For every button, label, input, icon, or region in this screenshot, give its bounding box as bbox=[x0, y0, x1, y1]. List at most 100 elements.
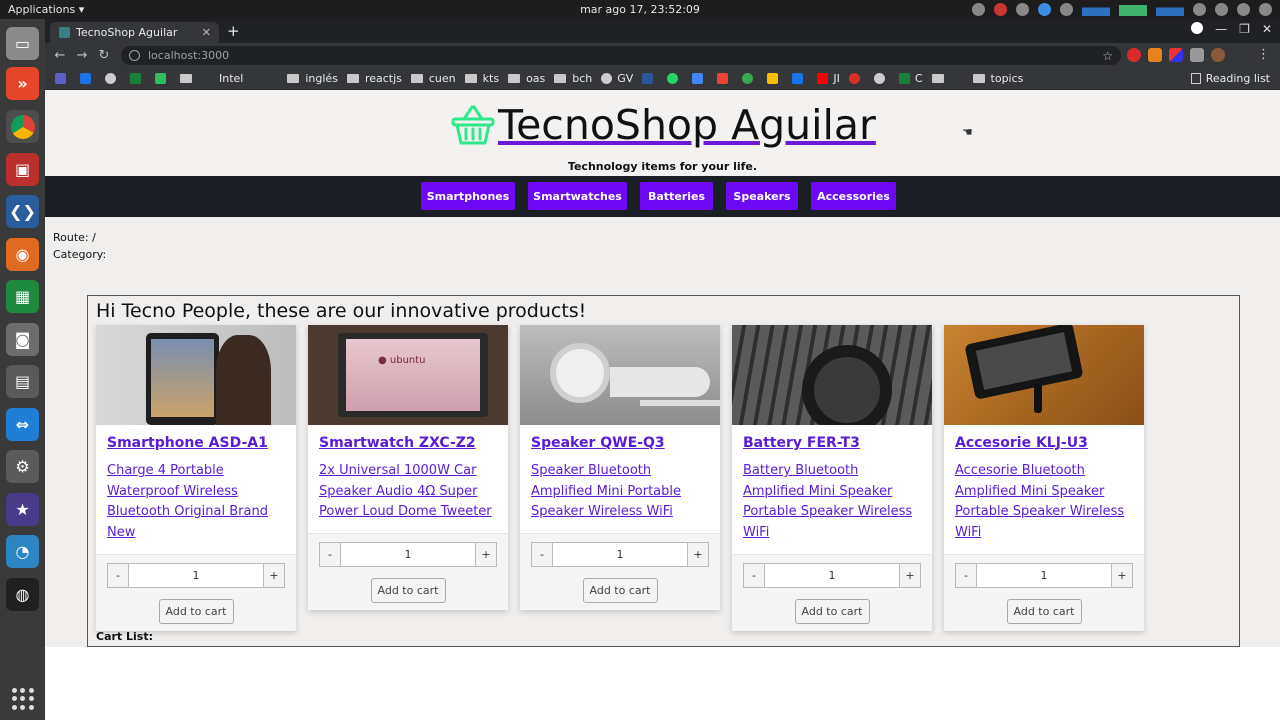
bookmark-folder[interactable] bbox=[180, 74, 198, 83]
forward-icon[interactable]: → bbox=[71, 48, 93, 63]
nav-batteries-button[interactable]: Batteries bbox=[640, 182, 713, 210]
quantity-input[interactable]: 1 bbox=[765, 562, 899, 588]
product-title-link[interactable]: Accesorie KLJ-U3 bbox=[955, 435, 1133, 451]
tab-close-icon[interactable]: ✕ bbox=[202, 26, 211, 39]
bookmark-maps[interactable] bbox=[742, 73, 758, 84]
product-description-link[interactable]: 2x Universal 1000W Car Speaker Audio 4Ω … bbox=[319, 461, 497, 523]
bookmark-keep[interactable] bbox=[792, 73, 808, 84]
vscode-icon[interactable]: ❮❯ bbox=[6, 195, 39, 228]
bookmark-whatsapp[interactable] bbox=[667, 73, 683, 84]
product-image-phone[interactable] bbox=[944, 325, 1144, 425]
product-title-link[interactable]: Speaker QWE-Q3 bbox=[531, 435, 709, 451]
opera-extension-icon[interactable] bbox=[1127, 48, 1141, 62]
bookmark-sheets[interactable] bbox=[130, 73, 146, 84]
bookmark-star-icon[interactable]: ☆ bbox=[1102, 49, 1113, 63]
show-applications-icon[interactable] bbox=[12, 688, 34, 710]
profile-avatar[interactable] bbox=[1211, 48, 1225, 62]
bookmark-bch[interactable]: bch bbox=[554, 72, 592, 85]
nav-speakers-button[interactable]: Speakers bbox=[726, 182, 798, 210]
bookmark-cuen[interactable]: cuen bbox=[410, 72, 456, 85]
bookmark-folder-2[interactable] bbox=[931, 74, 950, 83]
screenshot-tray-icon[interactable] bbox=[1060, 2, 1073, 16]
browser-menu-icon[interactable]: ⋮ bbox=[1257, 47, 1270, 62]
tray-app-icon[interactable] bbox=[994, 2, 1007, 16]
postman-icon[interactable]: ◉ bbox=[6, 238, 39, 271]
bookmark-outlook[interactable] bbox=[80, 73, 96, 84]
reload-icon[interactable]: ↻ bbox=[93, 48, 115, 63]
add-to-cart-button[interactable]: Add to cart bbox=[1006, 598, 1082, 624]
star-app-icon[interactable]: ★ bbox=[6, 493, 39, 526]
site-title-link[interactable]: TecnoShop Aguilar bbox=[450, 101, 876, 149]
maximize-icon[interactable]: ❐ bbox=[1239, 22, 1250, 36]
new-tab-button[interactable]: + bbox=[227, 22, 240, 40]
increase-quantity-button[interactable]: + bbox=[899, 562, 921, 588]
bookmark-intel[interactable]: Intel bbox=[219, 72, 243, 85]
metamask-extension-icon[interactable] bbox=[1148, 48, 1162, 62]
nav-smartwatches-button[interactable]: Smartwatches bbox=[528, 182, 627, 210]
product-title-link[interactable]: Smartphone ASD-A1 bbox=[107, 435, 285, 451]
back-icon[interactable]: ← bbox=[49, 48, 71, 63]
screenshot-app-icon[interactable]: ◔ bbox=[6, 535, 39, 568]
quantity-input[interactable]: 1 bbox=[341, 542, 475, 568]
tray-m-icon[interactable] bbox=[1016, 2, 1029, 16]
app-red-icon[interactable]: ▣ bbox=[6, 153, 39, 186]
spreadsheet-icon[interactable]: ▦ bbox=[6, 280, 39, 313]
decrease-quantity-button[interactable]: - bbox=[319, 542, 341, 568]
browser-tab[interactable]: TecnoShop Aguilar ✕ bbox=[50, 22, 219, 43]
quantity-input[interactable]: 1 bbox=[553, 542, 687, 568]
applications-menu[interactable]: Applications ▾ bbox=[0, 3, 160, 16]
bookmark-github[interactable] bbox=[105, 73, 121, 84]
product-image-tablet[interactable] bbox=[96, 325, 296, 425]
product-image-headphones[interactable] bbox=[732, 325, 932, 425]
increase-quantity-button[interactable]: + bbox=[263, 562, 285, 588]
product-image-earbuds[interactable] bbox=[520, 325, 720, 425]
site-info-icon[interactable] bbox=[129, 50, 140, 61]
nav-accessories-button[interactable]: Accessories bbox=[811, 182, 896, 210]
address-url[interactable]: localhost:3000 bbox=[148, 49, 229, 62]
files-icon[interactable]: ▭ bbox=[6, 27, 39, 60]
bookmark-evernote[interactable] bbox=[155, 73, 171, 84]
address-bar[interactable]: localhost:3000 ☆ bbox=[121, 46, 1121, 65]
camera-icon[interactable]: ◙ bbox=[6, 323, 39, 356]
volume-icon[interactable] bbox=[1215, 2, 1228, 16]
product-description-link[interactable]: Battery Bluetooth Amplified Mini Speaker… bbox=[743, 461, 921, 544]
decrease-quantity-button[interactable]: - bbox=[531, 542, 553, 568]
add-to-cart-button[interactable]: Add to cart bbox=[794, 598, 870, 624]
bookmark-m[interactable] bbox=[848, 73, 865, 84]
add-to-cart-button[interactable]: Add to cart bbox=[158, 598, 234, 624]
bookmark-c[interactable]: C bbox=[898, 72, 923, 85]
decrease-quantity-button[interactable]: - bbox=[955, 562, 977, 588]
bookmark-word[interactable] bbox=[642, 73, 658, 84]
power-icon[interactable] bbox=[1259, 2, 1272, 16]
bookmark-g[interactable] bbox=[873, 73, 890, 84]
increase-quantity-button[interactable]: + bbox=[1111, 562, 1133, 588]
reading-list-button[interactable]: Reading list bbox=[1190, 72, 1270, 85]
calculator-icon[interactable]: ▤ bbox=[6, 365, 39, 398]
bookmark-gmail[interactable] bbox=[717, 73, 733, 84]
bookmark-gv[interactable]: GV bbox=[601, 72, 633, 85]
settings-icon[interactable]: ⚙ bbox=[6, 450, 39, 483]
color-extension-icon[interactable] bbox=[1169, 48, 1183, 62]
bookmark-topics[interactable]: topics bbox=[972, 72, 1023, 85]
nav-smartphones-button[interactable]: Smartphones bbox=[421, 182, 515, 210]
teamviewer-tray-icon[interactable] bbox=[1038, 2, 1051, 16]
bookmark-kts[interactable]: kts bbox=[464, 72, 499, 85]
battery-icon[interactable] bbox=[1237, 2, 1250, 16]
add-to-cart-button[interactable]: Add to cart bbox=[370, 578, 446, 604]
product-image-laptop[interactable]: ● ubuntu bbox=[308, 325, 508, 425]
bookmark-drive[interactable] bbox=[767, 73, 783, 84]
obs-icon[interactable]: ◍ bbox=[6, 578, 39, 611]
wifi-icon[interactable] bbox=[1193, 2, 1206, 16]
decrease-quantity-button[interactable]: - bbox=[743, 562, 765, 588]
bookmark-teams[interactable] bbox=[55, 73, 71, 84]
minimize-icon[interactable]: — bbox=[1215, 22, 1227, 36]
extensions-puzzle-icon[interactable] bbox=[1190, 48, 1204, 62]
close-window-icon[interactable]: ✕ bbox=[1262, 22, 1272, 36]
chrome-icon[interactable] bbox=[6, 110, 39, 143]
bookmark-youtube-ji[interactable]: JI bbox=[817, 72, 840, 85]
product-description-link[interactable]: Speaker Bluetooth Amplified Mini Portabl… bbox=[531, 461, 709, 523]
bookmark-ingles[interactable]: inglés bbox=[287, 72, 338, 85]
anydesk-icon[interactable]: » bbox=[6, 67, 39, 100]
increase-quantity-button[interactable]: + bbox=[475, 542, 497, 568]
add-to-cart-button[interactable]: Add to cart bbox=[582, 578, 658, 604]
